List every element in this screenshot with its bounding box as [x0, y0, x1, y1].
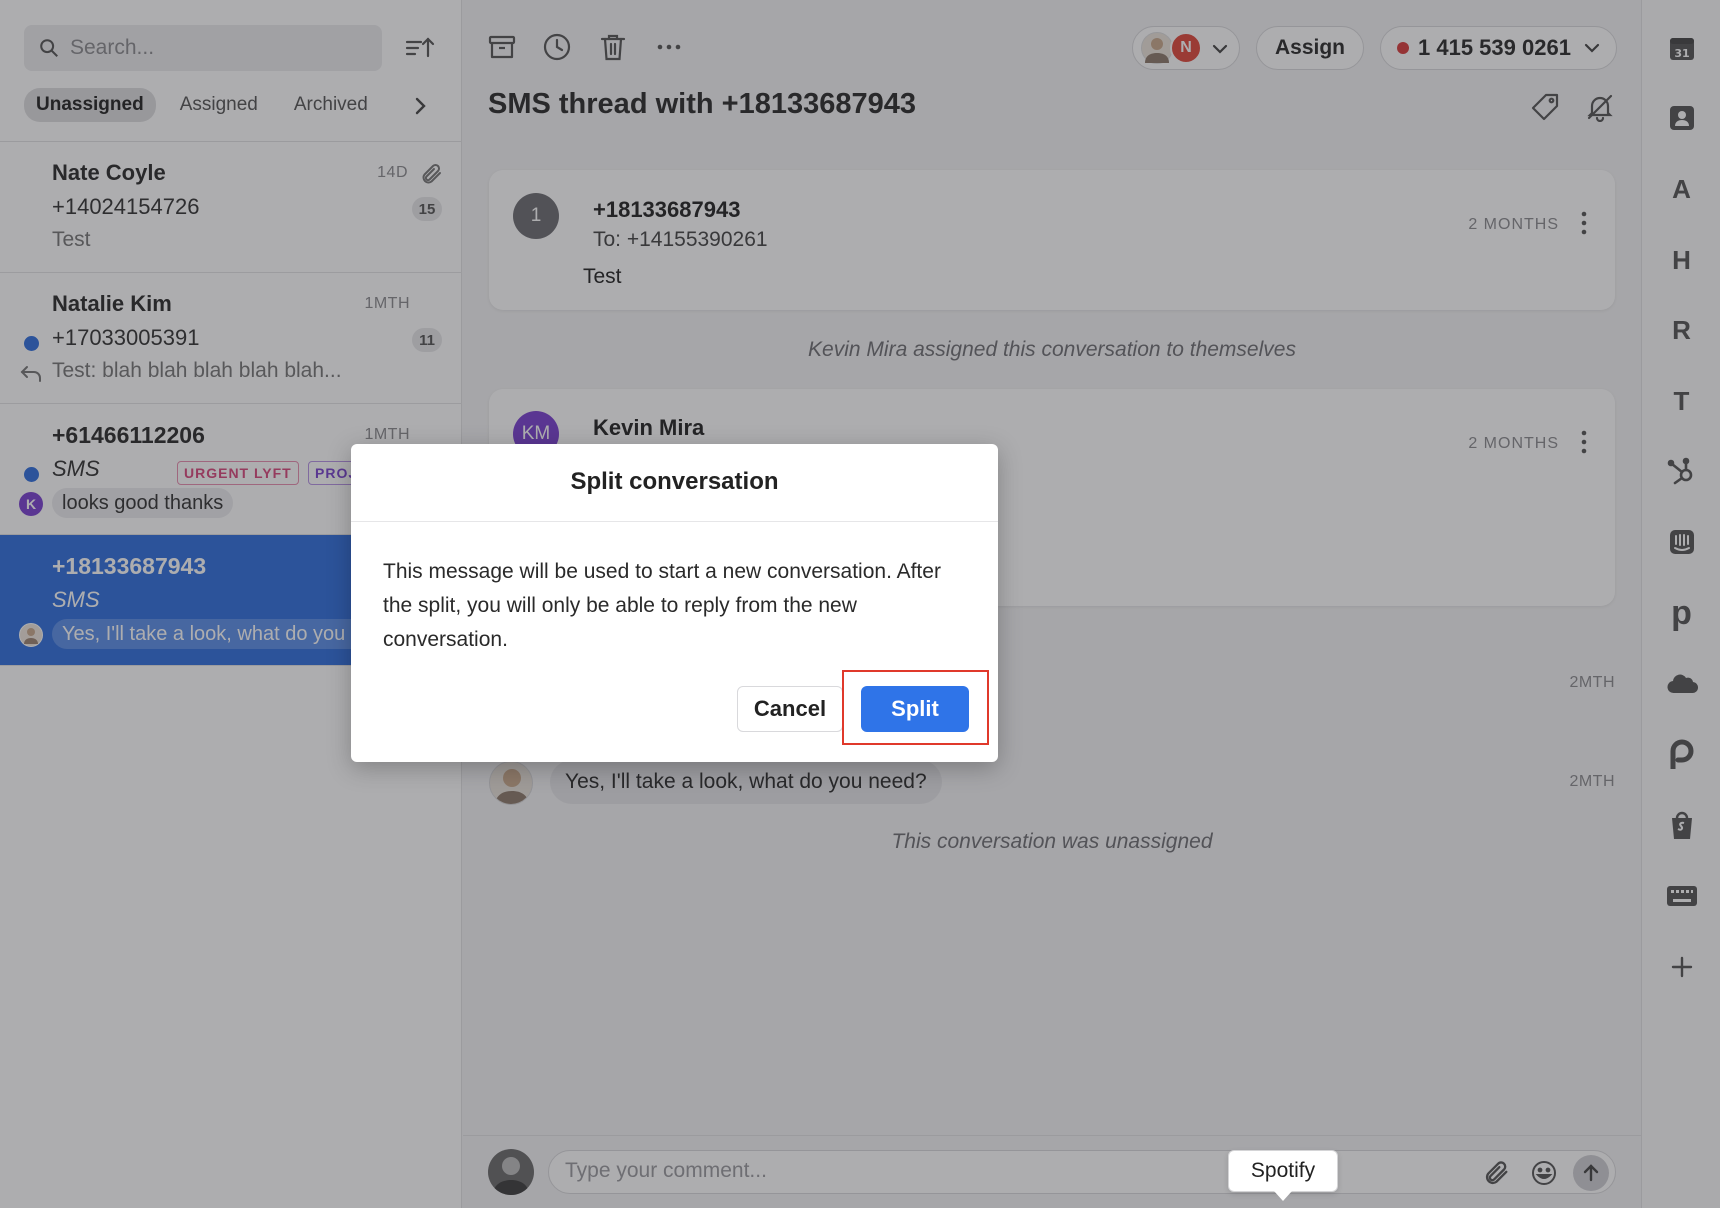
dialog-message: This message will be used to start a new…: [383, 560, 941, 651]
highlight-annotation: [842, 670, 989, 745]
dialog-title: Split conversation: [570, 468, 779, 495]
tooltip-tail: [1274, 1191, 1292, 1201]
divider: [351, 521, 998, 522]
cancel-button[interactable]: Cancel: [737, 686, 843, 732]
tooltip: Spotify: [1228, 1150, 1338, 1192]
modal-backdrop-rail[interactable]: [1641, 0, 1720, 1208]
